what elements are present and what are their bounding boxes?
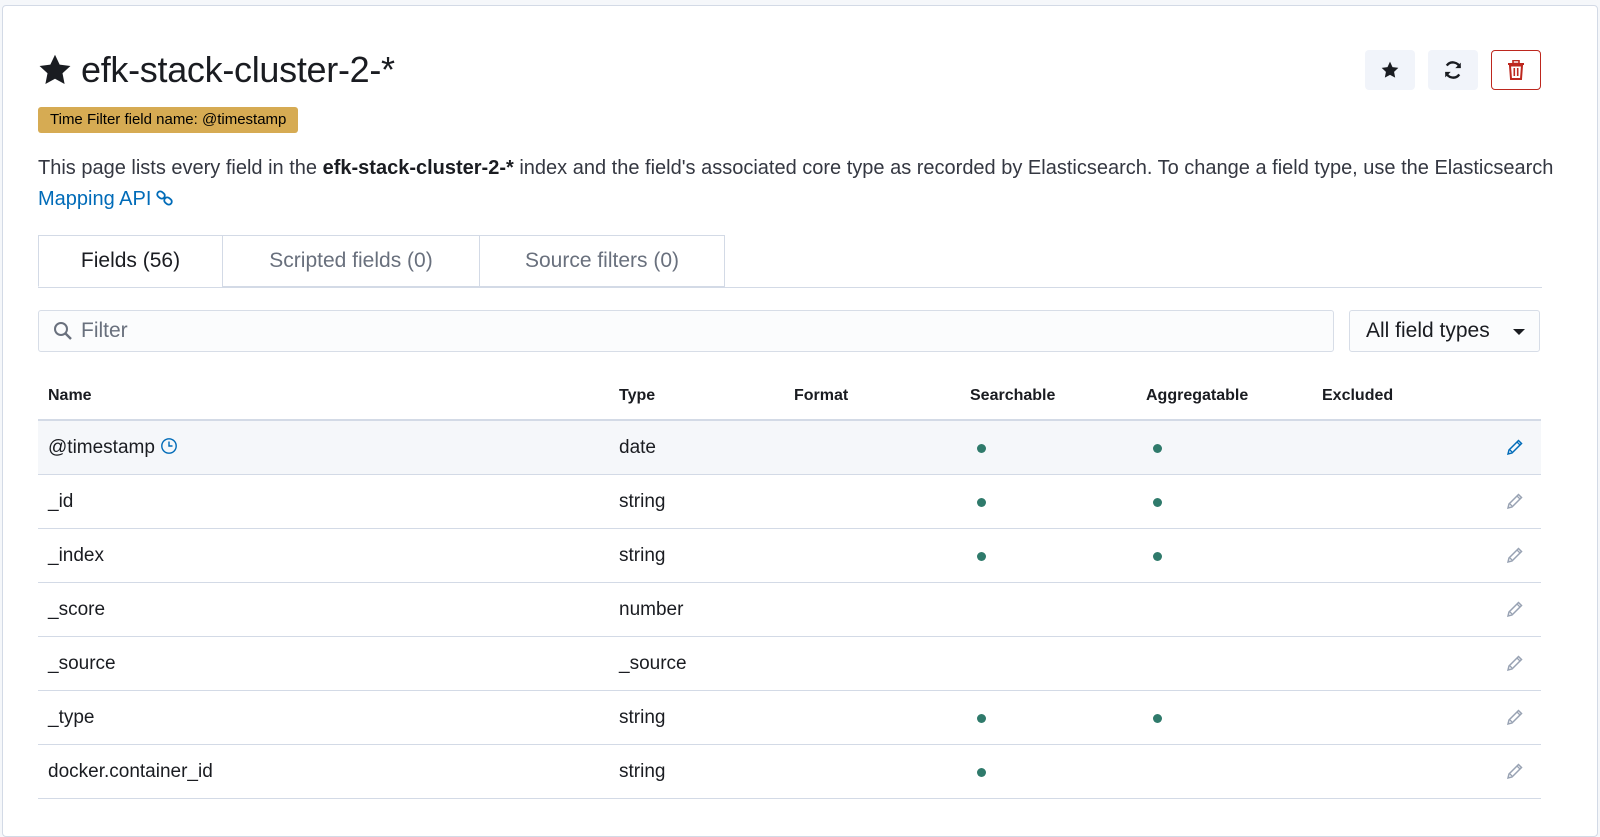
page-description: This page lists every field in the efk-s… [38,153,1558,215]
page-title: efk-stack-cluster-2-* [81,49,395,90]
tab-fields[interactable]: Fields (56) [38,235,223,287]
edit-field-button[interactable] [1505,599,1525,619]
searchable-indicator [977,552,986,561]
external-link-icon [156,190,174,206]
mapping-api-link-label: Mapping API [38,188,152,210]
field-name: docker.container_id [48,761,213,783]
table-body: @timestamp date _id string _index string _scor… [38,421,1541,799]
column-header-aggregatable[interactable]: Aggregatable [1146,387,1248,405]
column-header-type[interactable]: Type [619,387,655,405]
refresh-icon [1444,61,1462,79]
edit-field-button[interactable] [1505,653,1525,673]
field-type: date [619,437,656,458]
table-row: _type string [38,691,1541,745]
time-filter-badge: Time Filter field name: @timestamp [38,107,299,133]
field-name-text: _source [48,653,116,674]
table-row: docker.container_id string [38,745,1541,799]
refresh-fields-button[interactable] [1428,50,1478,90]
search-icon [54,322,72,340]
clock-icon [161,438,177,454]
tab-divider [38,287,1542,288]
mapping-api-link[interactable]: Mapping API [38,188,175,210]
field-name-text: _index [48,545,104,566]
edit-field-button[interactable] [1505,545,1525,565]
table-row: _index string [38,529,1541,583]
aggregatable-indicator [1153,444,1162,453]
field-name: _source [48,653,116,675]
column-header-name[interactable]: Name [48,387,92,405]
pencil-icon [1505,493,1525,515]
field-type-select-value: All field types [1366,319,1490,342]
description-text-2: index and the field's associated core ty… [513,157,1554,179]
field-type: string [619,707,666,728]
aggregatable-indicator [1153,498,1162,507]
edit-field-button[interactable] [1505,761,1525,781]
field-type: _source [619,653,687,674]
searchable-indicator [977,714,986,723]
filter-input[interactable] [79,318,1283,344]
fields-table: Name Type Format Searchable Aggregatable… [38,373,1541,799]
field-name: _index [48,545,104,567]
field-type: string [619,761,666,782]
table-row: @timestamp date [38,421,1541,475]
pencil-icon [1505,655,1525,677]
tab-source-filters[interactable]: Source filters (0) [479,235,725,287]
filter-box [38,310,1334,352]
table-row: _id string [38,475,1541,529]
title-row: efk-stack-cluster-2-* [37,50,395,90]
default-star-icon [39,54,71,84]
chevron-down-icon [1513,329,1525,335]
edit-field-button[interactable] [1505,491,1525,511]
field-name: _id [48,491,73,513]
field-name: @timestamp [48,437,178,459]
edit-field-button[interactable] [1505,707,1525,727]
field-type: string [619,545,666,566]
field-type: number [619,599,684,620]
table-row: _source _source [38,637,1541,691]
field-name-text: _type [48,707,95,728]
searchable-indicator [977,444,986,453]
star-icon [1381,61,1399,78]
delete-index-pattern-button[interactable] [1491,50,1541,90]
field-name: _type [48,707,94,729]
pencil-icon [1505,439,1525,461]
pencil-icon [1505,709,1525,731]
pencil-icon [1505,547,1525,569]
field-type-select[interactable]: All field types [1349,310,1540,352]
column-header-excluded[interactable]: Excluded [1322,387,1393,405]
tab-bar: Fields (56) Scripted fields (0) Source f… [38,235,725,287]
searchable-indicator [977,768,986,777]
set-default-button[interactable] [1365,50,1415,90]
field-name-text: @timestamp [48,437,155,458]
pencil-icon [1505,763,1525,785]
field-name-text: docker.container_id [48,761,213,782]
pencil-icon [1505,601,1525,623]
table-header: Name Type Format Searchable Aggregatable… [38,373,1541,421]
description-text-1: This page lists every field in the [38,157,323,179]
tab-scripted-fields[interactable]: Scripted fields (0) [222,235,480,287]
description-index-name: efk-stack-cluster-2-* [322,157,514,179]
field-type: string [619,491,666,512]
column-header-format[interactable]: Format [794,387,848,405]
field-name: _score [48,599,105,621]
field-name-text: _score [48,599,106,620]
column-header-searchable[interactable]: Searchable [970,387,1055,405]
index-pattern-panel: efk-stack-cluster-2-* Time Filter field … [2,5,1598,837]
field-name-text: _id [48,491,74,512]
searchable-indicator [977,498,986,507]
aggregatable-indicator [1153,552,1162,561]
aggregatable-indicator [1153,714,1162,723]
trash-icon [1508,60,1524,80]
table-row: _score number [38,583,1541,637]
edit-field-button[interactable] [1505,437,1525,457]
